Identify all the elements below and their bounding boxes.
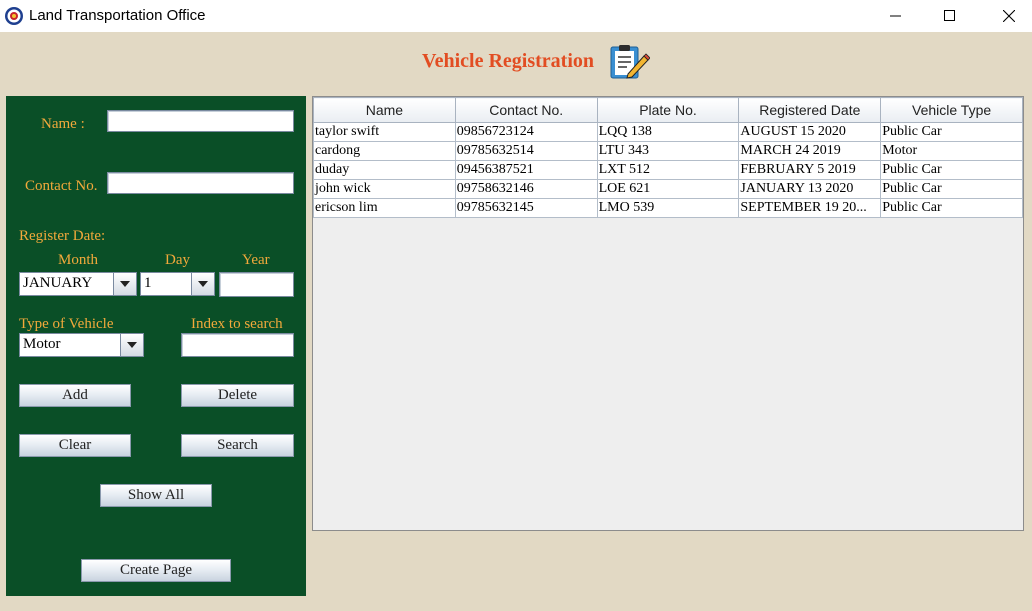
show-all-button[interactable]: Show All [100, 484, 212, 507]
vehicle-type-value: Motor [23, 336, 61, 352]
day-select-value: 1 [144, 275, 152, 291]
contact-input[interactable] [107, 172, 294, 194]
column-header-name[interactable]: Name [313, 97, 456, 123]
table-header-row: Name Contact No. Plate No. Registered Da… [313, 97, 1023, 123]
column-header-contact[interactable]: Contact No. [454, 97, 598, 123]
add-button[interactable]: Add [19, 384, 131, 407]
chevron-down-icon [198, 281, 208, 287]
chevron-down-icon [120, 281, 130, 287]
name-input[interactable] [107, 110, 294, 132]
cell-plate[interactable]: LXT 512 [596, 160, 740, 180]
cell-contact[interactable]: 09785632514 [454, 141, 598, 161]
cell-contact[interactable]: 09456387521 [454, 160, 598, 180]
cell-registered-date[interactable]: MARCH 24 2019 [738, 141, 882, 161]
cell-name[interactable]: ericson lim [313, 198, 456, 218]
table-row[interactable]: taylor swift 09856723124 LQQ 138 AUGUST … [313, 122, 1023, 142]
cell-vehicle-type[interactable]: Motor [880, 141, 1023, 161]
cell-name[interactable]: john wick [313, 179, 456, 199]
create-page-button[interactable]: Create Page [81, 559, 231, 582]
cell-name[interactable]: taylor swift [313, 122, 456, 142]
cell-plate[interactable]: LTU 343 [596, 141, 740, 161]
table-row[interactable]: cardong 09785632514 LTU 343 MARCH 24 201… [313, 141, 1023, 161]
cell-vehicle-type[interactable]: Public Car [880, 198, 1023, 218]
cell-plate[interactable]: LMO 539 [596, 198, 740, 218]
vehicle-type-dropdown-arrow[interactable] [120, 334, 143, 356]
contact-label: Contact No. [25, 178, 98, 194]
cell-plate[interactable]: LOE 621 [596, 179, 740, 199]
year-label: Year [242, 252, 270, 268]
day-select[interactable]: 1 [140, 272, 215, 296]
cell-name[interactable]: duday [313, 160, 456, 180]
cell-contact[interactable]: 09856723124 [454, 122, 598, 142]
cell-registered-date[interactable]: AUGUST 15 2020 [738, 122, 882, 142]
minimize-button[interactable] [873, 0, 919, 32]
registration-form-panel: Name : Contact No. Register Date: Month … [6, 96, 306, 596]
cell-registered-date[interactable]: SEPTEMBER 19 20... [738, 198, 882, 218]
day-label: Day [165, 252, 190, 268]
vehicle-type-label: Type of Vehicle [19, 316, 114, 332]
table-row[interactable]: duday 09456387521 LXT 512 FEBRUARY 5 201… [313, 160, 1023, 180]
clipboard-pencil-icon [608, 44, 651, 80]
search-button[interactable]: Search [181, 434, 294, 457]
cell-registered-date[interactable]: JANUARY 13 2020 [738, 179, 882, 199]
clear-button[interactable]: Clear [19, 434, 131, 457]
maximize-button[interactable] [927, 0, 973, 32]
close-icon [1003, 10, 1015, 22]
delete-button[interactable]: Delete [181, 384, 294, 407]
column-header-vehicle-type[interactable]: Vehicle Type [880, 97, 1023, 123]
name-label: Name : [41, 116, 85, 132]
index-search-label: Index to search [191, 316, 283, 332]
chevron-down-icon [127, 342, 137, 348]
cell-name[interactable]: cardong [313, 141, 456, 161]
title-bar: Land Transportation Office [0, 0, 1032, 32]
cell-contact[interactable]: 09785632145 [454, 198, 598, 218]
index-search-input[interactable] [181, 333, 294, 357]
maximize-icon [944, 10, 955, 21]
column-header-plate[interactable]: Plate No. [596, 97, 740, 123]
vehicle-type-select[interactable]: Motor [19, 333, 144, 357]
table-row[interactable]: john wick 09758632146 LOE 621 JANUARY 13… [313, 179, 1023, 199]
month-select[interactable]: JANUARY [19, 272, 137, 296]
year-input[interactable] [219, 272, 294, 297]
cell-vehicle-type[interactable]: Public Car [880, 160, 1023, 180]
cell-vehicle-type[interactable]: Public Car [880, 122, 1023, 142]
column-header-registered-date[interactable]: Registered Date [738, 97, 882, 123]
month-select-value: JANUARY [23, 275, 93, 291]
vehicle-table-panel[interactable]: Name Contact No. Plate No. Registered Da… [312, 96, 1024, 531]
lto-seal-icon [4, 6, 24, 26]
close-button[interactable] [986, 0, 1032, 32]
table-row[interactable]: ericson lim 09785632145 LMO 539 SEPTEMBE… [313, 198, 1023, 218]
page-title: Vehicle Registration [422, 50, 595, 72]
cell-registered-date[interactable]: FEBRUARY 5 2019 [738, 160, 882, 180]
cell-contact[interactable]: 09758632146 [454, 179, 598, 199]
month-dropdown-arrow[interactable] [113, 273, 136, 295]
register-date-label: Register Date: [19, 228, 106, 244]
cell-plate[interactable]: LQQ 138 [596, 122, 740, 142]
minimize-icon [890, 15, 901, 17]
vehicle-table: Name Contact No. Plate No. Registered Da… [313, 97, 1023, 218]
window-title: Land Transportation Office [29, 7, 206, 24]
day-dropdown-arrow[interactable] [191, 273, 214, 295]
month-label: Month [58, 252, 99, 268]
cell-vehicle-type[interactable]: Public Car [880, 179, 1023, 199]
